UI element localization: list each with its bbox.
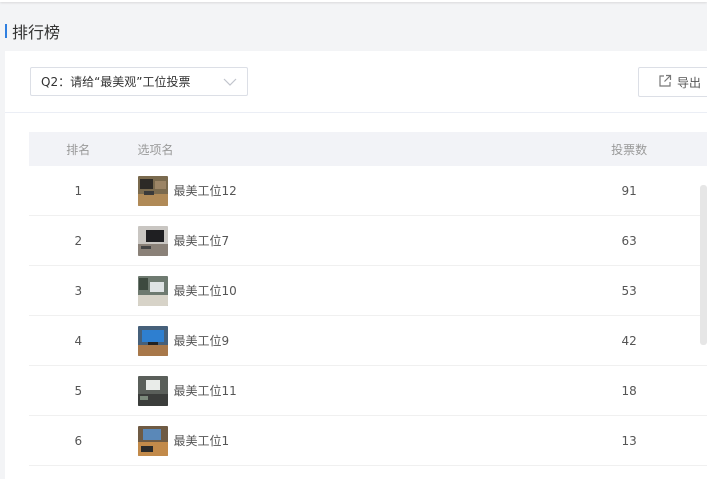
rank-cell: 2 [74,233,83,248]
option-cell: 最美工位12 [128,175,552,206]
export-icon [658,74,677,91]
workstation-photo[interactable] [137,375,168,406]
page-title: 排行榜 [12,23,61,42]
option-name: 最美工位9 [173,334,230,348]
table-row: 1 最美工位12 91 [29,166,707,216]
option-name: 最美工位7 [173,234,230,248]
table-row: 2 最美工位7 63 [29,216,707,266]
votes-cell: 53 [621,283,637,298]
option-name: 最美工位11 [173,384,237,398]
option-cell: 最美工位11 [128,375,552,406]
column-header-votes: 投票数 [611,142,648,157]
votes-cell: 18 [621,383,637,398]
workstation-photo[interactable] [137,275,168,306]
rank-cell: 5 [74,383,83,398]
table-header: 排名 选项名 投票数 [29,132,707,166]
title-accent-bar [5,24,7,38]
workstation-photo[interactable] [137,425,168,456]
votes-cell: 13 [621,433,637,448]
section-title: 排行榜 [5,20,60,42]
table-row: 4 最美工位9 42 [29,316,707,366]
ranking-panel: Q2：请给“最美观”工位投票 导出 排名 选项名 投票数 1 最美工位12 91… [5,51,707,479]
option-name: 最美工位10 [173,284,237,298]
table-row: 5 最美工位11 18 [29,366,707,416]
option-cell: 最美工位9 [128,325,552,356]
chevron-down-icon [223,72,237,91]
question-select[interactable]: Q2：请给“最美观”工位投票 [30,67,248,96]
divider [5,112,707,113]
workstation-photo[interactable] [137,225,168,256]
scrollbar[interactable] [700,185,707,345]
rank-cell: 1 [74,183,83,198]
rank-cell: 4 [74,333,83,348]
table-row: 6 最美工位1 13 [29,416,707,466]
option-name: 最美工位1 [173,434,230,448]
question-select-value: Q2：请给“最美观”工位投票 [41,75,191,89]
rank-cell: 6 [74,433,83,448]
option-cell: 最美工位10 [128,275,552,306]
rank-cell: 3 [74,283,83,298]
option-cell: 最美工位1 [128,425,552,456]
votes-cell: 42 [621,333,637,348]
votes-cell: 63 [621,233,637,248]
option-cell: 最美工位7 [128,225,552,256]
export-button[interactable]: 导出 [638,67,707,97]
column-header-rank: 排名 [66,142,91,157]
export-label: 导出 [677,75,702,90]
workstation-photo[interactable] [137,175,168,206]
workstation-photo[interactable] [137,325,168,356]
table-row: 3 最美工位10 53 [29,266,707,316]
option-name: 最美工位12 [173,184,237,198]
top-card-edge [0,0,707,2]
column-header-option: 选项名 [137,142,174,157]
ranking-table: 排名 选项名 投票数 1 最美工位12 91 2 最美工位7 63 3 最美工位… [29,132,707,466]
votes-cell: 91 [621,183,637,198]
